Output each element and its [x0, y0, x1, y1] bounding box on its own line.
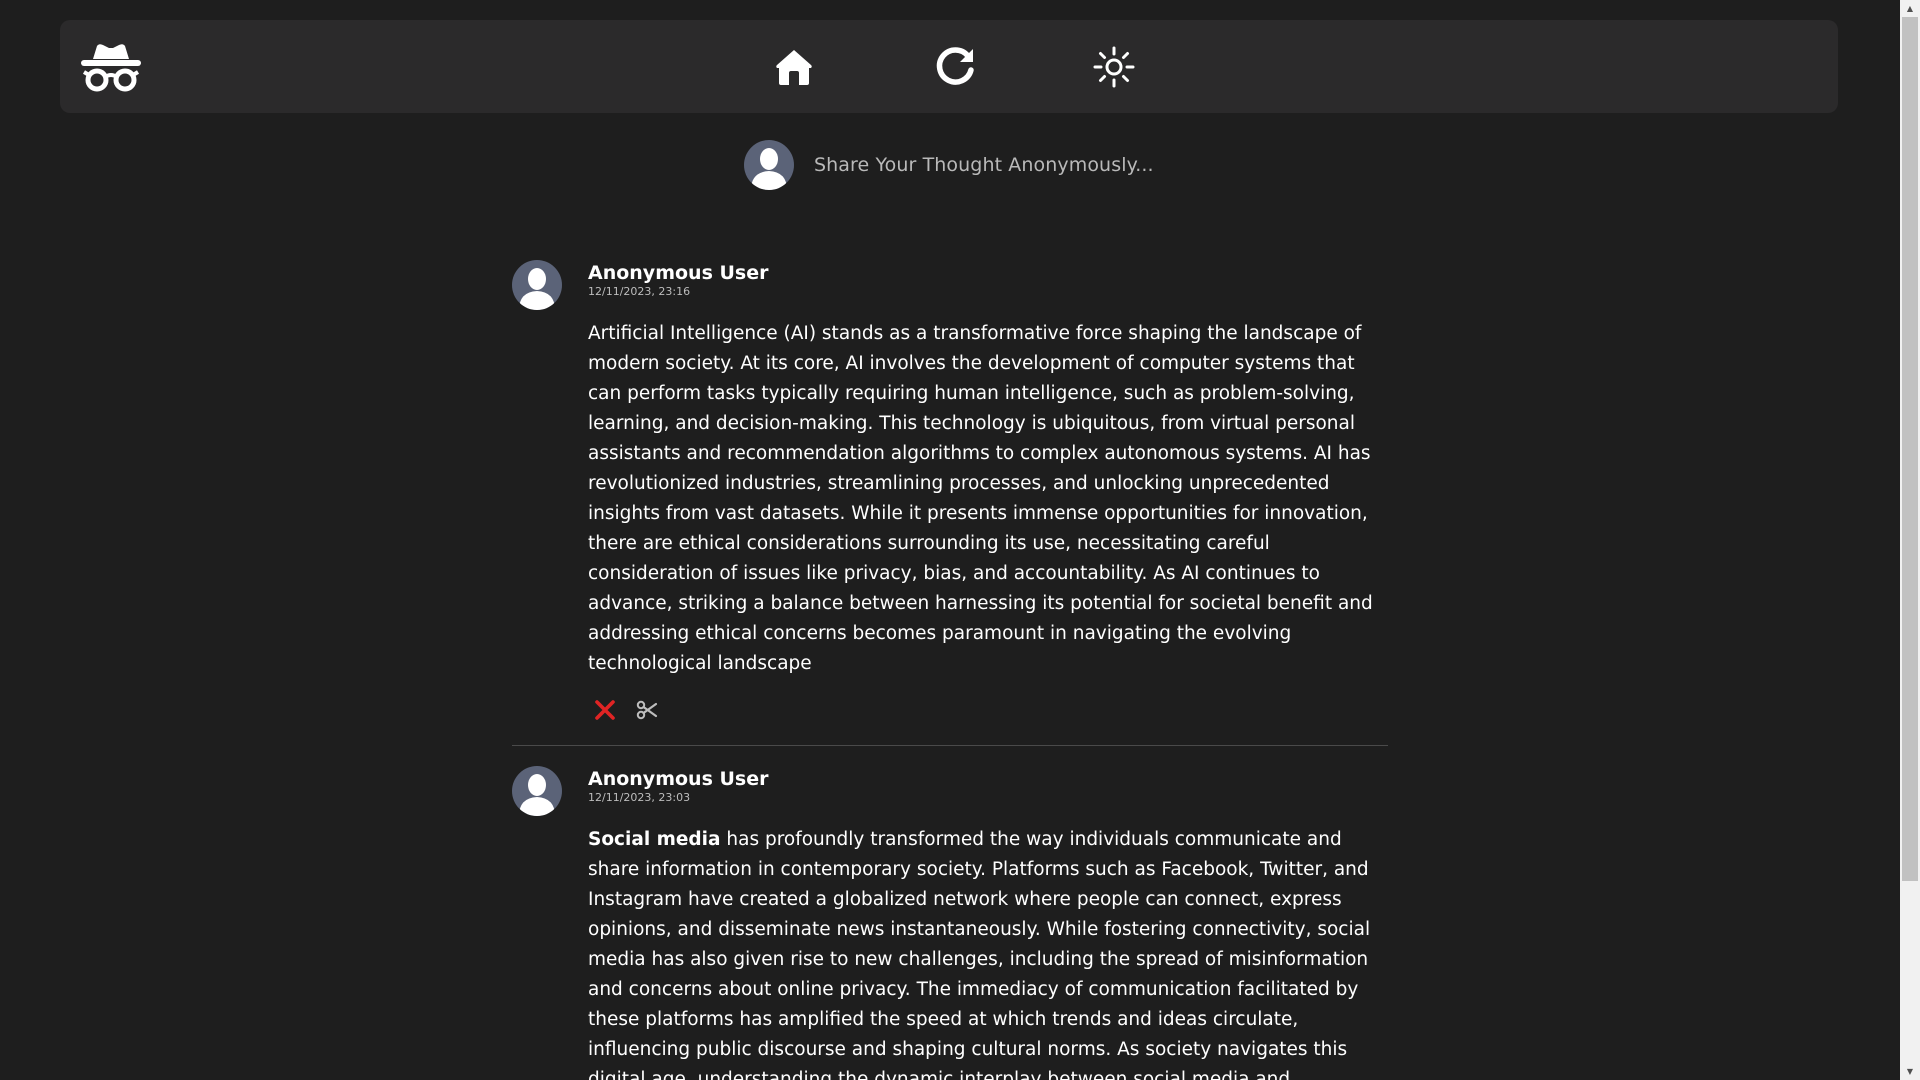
- post-timestamp: 12/11/2023, 23:03: [588, 791, 691, 804]
- delete-icon: [595, 700, 615, 720]
- home-icon: [776, 50, 812, 85]
- post-body-text: has profoundly transformed the way indiv…: [588, 829, 1371, 1080]
- composer[interactable]: Share Your Thought Anonymously...: [744, 140, 1154, 190]
- post-author: Anonymous User: [588, 768, 769, 790]
- vertical-scrollbar[interactable]: ▲ ▼: [1900, 0, 1920, 1080]
- avatar: [512, 260, 562, 310]
- avatar: [512, 766, 562, 816]
- post: Anonymous User 12/11/2023, 23:03 Social …: [512, 766, 1388, 1080]
- avatar: [744, 140, 794, 190]
- theme-toggle-button[interactable]: [1093, 46, 1135, 88]
- refresh-icon: [936, 47, 974, 85]
- scroll-down-arrow-icon[interactable]: ▼: [1900, 1063, 1920, 1080]
- delete-button[interactable]: [592, 697, 618, 723]
- post-body: Social media has profoundly transformed …: [588, 825, 1388, 1080]
- page: Share Your Thought Anonymously... Anonym…: [0, 0, 1900, 1080]
- post-body: Artificial Intelligence (AI) stands as a…: [588, 319, 1388, 679]
- post-author: Anonymous User: [588, 262, 769, 284]
- refresh-button[interactable]: [935, 46, 977, 88]
- scroll-up-arrow-icon[interactable]: ▲: [1900, 0, 1920, 17]
- composer-placeholder[interactable]: Share Your Thought Anonymously...: [814, 154, 1154, 176]
- incognito-icon[interactable]: [80, 42, 142, 92]
- navbar: [60, 20, 1838, 113]
- home-button[interactable]: [773, 46, 815, 88]
- post-body-text: Artificial Intelligence (AI) stands as a…: [588, 323, 1373, 674]
- post-actions: [588, 697, 1388, 723]
- post-divider: [512, 745, 1388, 746]
- post: Anonymous User 12/11/2023, 23:16 Artific…: [512, 260, 1388, 723]
- post-timestamp: 12/11/2023, 23:16: [588, 285, 691, 298]
- post-body-bold: Social media: [588, 829, 721, 850]
- cut-button[interactable]: [634, 697, 660, 723]
- post-feed: Anonymous User 12/11/2023, 23:16 Artific…: [512, 260, 1388, 1080]
- scissors-icon: [636, 700, 658, 720]
- scrollbar-thumb[interactable]: [1902, 17, 1918, 881]
- sun-icon: [1093, 46, 1135, 88]
